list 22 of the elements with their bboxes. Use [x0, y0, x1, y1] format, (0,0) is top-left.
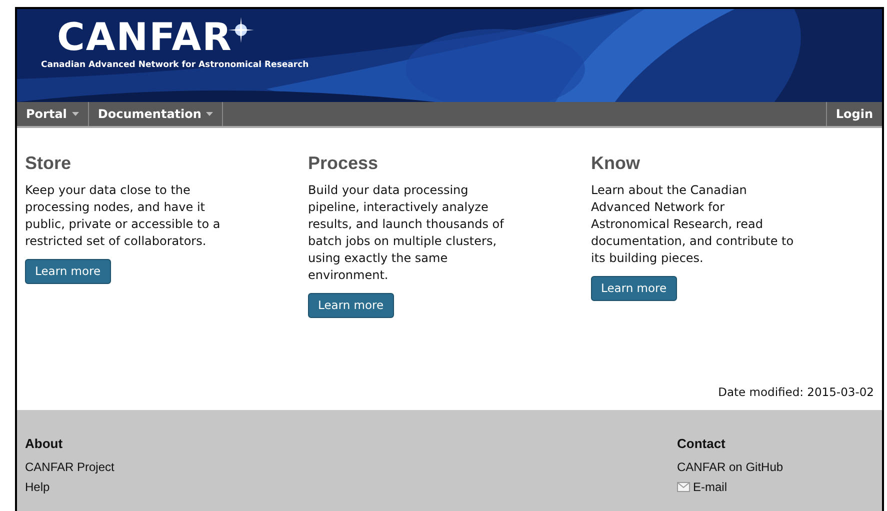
learn-more-button[interactable]: Learn more: [591, 276, 677, 301]
footer-link[interactable]: E-mail: [677, 477, 784, 497]
subtitle: Canadian Advanced Network for Astronomical Research: [41, 59, 310, 71]
nav-menu[interactable]: Portal: [17, 102, 89, 126]
footer-heading: About: [25, 436, 64, 452]
footer-link[interactable]: Help: [25, 477, 677, 497]
column-text: Keep your data close to the processing nodes, and have it public, private or accessible to a restricted set of collaborators.: [25, 182, 222, 250]
logo-text: CANFAR: [57, 15, 232, 59]
login-button[interactable]: Login: [826, 102, 882, 126]
footer-heading: Contact: [677, 436, 726, 452]
envelope-icon: [677, 482, 690, 492]
column-text: Learn about the Canadian Advanced Network for Astronomical Research, read documentation, and contribute to its building pieces.: [591, 182, 795, 267]
date-modified: Date modified: 2015-03-02: [718, 384, 874, 401]
column-title: Store: [25, 152, 72, 174]
column-text: Build your data processing pipeline, interactively analyze results, and launch thousands of batch jobs on multiple clusters, using exactly the same environment.: [308, 182, 506, 284]
learn-more-button[interactable]: Learn more: [308, 293, 394, 318]
footer-link[interactable]: CANFAR Project: [25, 457, 677, 477]
nav-menu[interactable]: Documentation: [88, 102, 224, 126]
column-title: Know: [591, 152, 640, 174]
learn-more-button[interactable]: Learn more: [25, 259, 111, 284]
footer-link[interactable]: CANFAR on GitHub: [677, 457, 784, 477]
column-title: Process: [308, 152, 378, 174]
